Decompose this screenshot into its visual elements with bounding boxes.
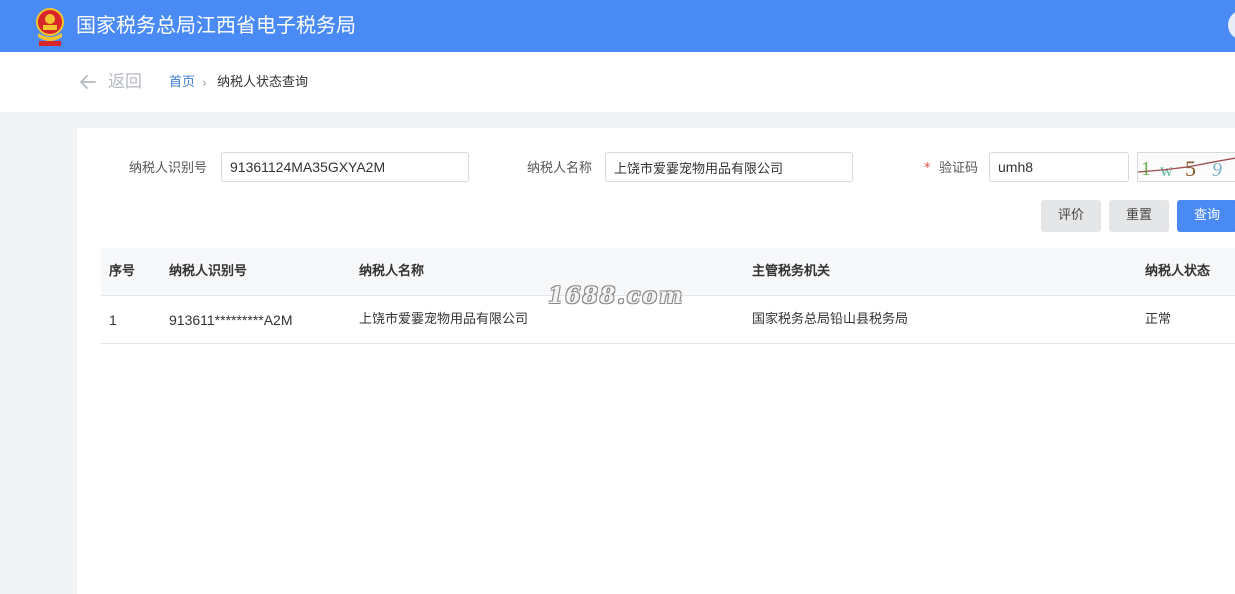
- query-button[interactable]: 查询: [1177, 200, 1235, 232]
- watermark: 1688.com: [548, 283, 685, 309]
- cell-taxpayer-id: 913611*********A2M: [169, 312, 293, 328]
- captcha-image[interactable]: 1 w 5 9: [1137, 152, 1235, 182]
- column-header-tax-authority: 主管税务机关: [752, 264, 831, 279]
- taxpayer-name-input[interactable]: [605, 152, 853, 182]
- cell-status: 正常: [1145, 312, 1172, 327]
- captcha-input[interactable]: [989, 152, 1129, 182]
- required-mark: *: [924, 161, 931, 176]
- top-header-bar: 国家税务总局江西省电子税务局: [0, 0, 1235, 52]
- reset-button[interactable]: 重置: [1109, 200, 1169, 232]
- chevron-right-icon: ›: [202, 76, 207, 90]
- column-header-index: 序号: [109, 264, 136, 279]
- evaluate-button[interactable]: 评价: [1041, 200, 1101, 232]
- captcha-label: 验证码: [939, 161, 979, 176]
- taxpayer-id-input[interactable]: [221, 152, 469, 182]
- breadcrumb-home-link[interactable]: 首页: [169, 74, 195, 92]
- content-panel: [77, 128, 1235, 594]
- cell-taxpayer-name: 上饶市爱霎宠物用品有限公司: [359, 312, 529, 327]
- column-header-taxpayer-name: 纳税人名称: [359, 264, 425, 279]
- tax-emblem-icon: [36, 8, 64, 46]
- column-header-status: 纳税人状态: [1145, 264, 1211, 279]
- captcha-char-1: 1: [1141, 158, 1151, 180]
- cell-tax-authority: 国家税务总局铅山县税务局: [752, 312, 909, 327]
- site-title: 国家税务总局江西省电子税务局: [76, 13, 356, 37]
- cell-index: 1: [109, 312, 117, 328]
- taxpayer-id-label: 纳税人识别号: [129, 161, 208, 176]
- arrow-left-icon[interactable]: [78, 72, 98, 92]
- taxpayer-name-label: 纳税人名称: [527, 161, 593, 176]
- back-button[interactable]: 返回: [108, 71, 142, 93]
- captcha-graphic: 1 w 5 9: [1138, 156, 1235, 181]
- user-avatar[interactable]: [1228, 10, 1235, 40]
- breadcrumb-current: 纳税人状态查询: [217, 75, 309, 90]
- captcha-char-3: 5: [1185, 156, 1196, 181]
- column-header-taxpayer-id: 纳税人识别号: [169, 264, 248, 279]
